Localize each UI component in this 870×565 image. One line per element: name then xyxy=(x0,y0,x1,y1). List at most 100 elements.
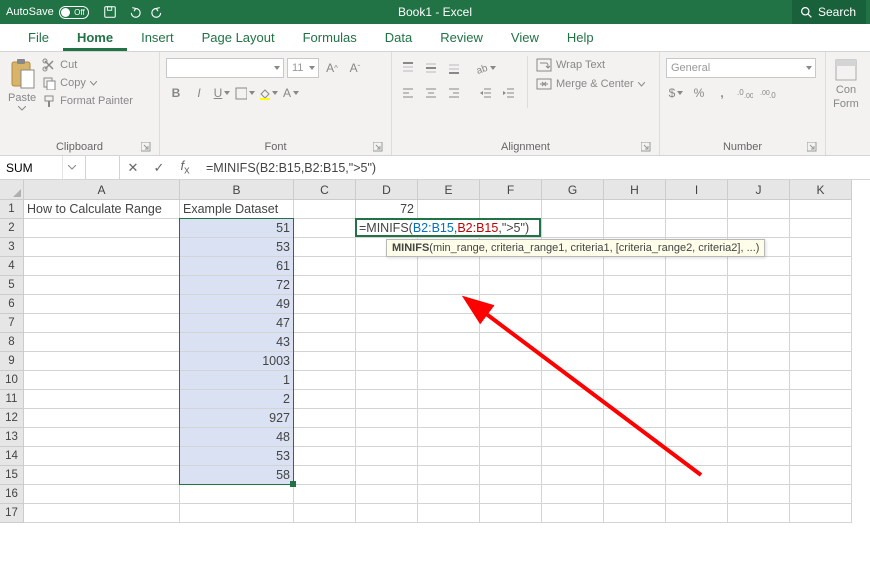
copy-button[interactable]: Copy xyxy=(42,76,133,90)
currency-button[interactable]: $ xyxy=(666,83,686,103)
row-header-8[interactable]: 8 xyxy=(0,333,24,352)
cell-I5[interactable] xyxy=(666,276,728,295)
tab-review[interactable]: Review xyxy=(426,24,497,51)
increase-indent-button[interactable] xyxy=(499,83,519,103)
cell-C11[interactable] xyxy=(294,390,356,409)
underline-button[interactable]: U xyxy=(212,83,232,103)
name-box-input[interactable] xyxy=(0,161,62,175)
column-header-B[interactable]: B xyxy=(180,180,294,200)
cell-D7[interactable] xyxy=(356,314,418,333)
cell-E17[interactable] xyxy=(418,504,480,523)
row-header-17[interactable]: 17 xyxy=(0,504,24,523)
cell-B17[interactable] xyxy=(180,504,294,523)
cell-E1[interactable] xyxy=(418,200,480,219)
cell-K2[interactable] xyxy=(790,219,852,238)
row-header-5[interactable]: 5 xyxy=(0,276,24,295)
cell-A16[interactable] xyxy=(24,485,180,504)
cell-A13[interactable] xyxy=(24,428,180,447)
cell-K1[interactable] xyxy=(790,200,852,219)
cell-I10[interactable] xyxy=(666,371,728,390)
cancel-button[interactable]: ✕ xyxy=(120,160,146,176)
row-header-13[interactable]: 13 xyxy=(0,428,24,447)
cell-J4[interactable] xyxy=(728,257,790,276)
column-header-F[interactable]: F xyxy=(480,180,542,200)
paste-button[interactable]: Paste xyxy=(6,56,38,111)
row-header-10[interactable]: 10 xyxy=(0,371,24,390)
cell-B1[interactable]: Example Dataset xyxy=(180,200,294,219)
align-top-button[interactable] xyxy=(398,58,418,78)
tab-view[interactable]: View xyxy=(497,24,553,51)
tab-pagelayout[interactable]: Page Layout xyxy=(188,24,289,51)
cell-C15[interactable] xyxy=(294,466,356,485)
row-header-12[interactable]: 12 xyxy=(0,409,24,428)
tab-help[interactable]: Help xyxy=(553,24,608,51)
cell-F12[interactable] xyxy=(480,409,542,428)
cell-I7[interactable] xyxy=(666,314,728,333)
comma-button[interactable]: , xyxy=(712,83,732,103)
cell-D11[interactable] xyxy=(356,390,418,409)
row-header-9[interactable]: 9 xyxy=(0,352,24,371)
cell-H4[interactable] xyxy=(604,257,666,276)
cell-F16[interactable] xyxy=(480,485,542,504)
cell-C5[interactable] xyxy=(294,276,356,295)
cell-C7[interactable] xyxy=(294,314,356,333)
cell-A11[interactable] xyxy=(24,390,180,409)
row-header-1[interactable]: 1 xyxy=(0,200,24,219)
cell-I9[interactable] xyxy=(666,352,728,371)
cell-J17[interactable] xyxy=(728,504,790,523)
cell-D10[interactable] xyxy=(356,371,418,390)
align-bottom-button[interactable] xyxy=(444,58,464,78)
cell-F17[interactable] xyxy=(480,504,542,523)
cell-K14[interactable] xyxy=(790,447,852,466)
cell-E13[interactable] xyxy=(418,428,480,447)
cell-D9[interactable] xyxy=(356,352,418,371)
cell-B4[interactable]: 61 xyxy=(180,257,294,276)
cell-H16[interactable] xyxy=(604,485,666,504)
cell-E9[interactable] xyxy=(418,352,480,371)
row-header-3[interactable]: 3 xyxy=(0,238,24,257)
cell-A9[interactable] xyxy=(24,352,180,371)
tab-home[interactable]: Home xyxy=(63,24,127,51)
tab-data[interactable]: Data xyxy=(371,24,426,51)
cell-C8[interactable] xyxy=(294,333,356,352)
cell-C16[interactable] xyxy=(294,485,356,504)
merge-center-button[interactable]: Merge & Center xyxy=(536,77,645,91)
decrease-font-button[interactable]: Aˇ xyxy=(345,58,365,78)
cell-B6[interactable]: 49 xyxy=(180,295,294,314)
cell-D17[interactable] xyxy=(356,504,418,523)
cell-I14[interactable] xyxy=(666,447,728,466)
cell-F8[interactable] xyxy=(480,333,542,352)
cell-F1[interactable] xyxy=(480,200,542,219)
cell-I11[interactable] xyxy=(666,390,728,409)
font-color-button[interactable]: A xyxy=(281,83,301,103)
cell-E16[interactable] xyxy=(418,485,480,504)
cell-A6[interactable] xyxy=(24,295,180,314)
column-header-E[interactable]: E xyxy=(418,180,480,200)
cell-H9[interactable] xyxy=(604,352,666,371)
cell-F11[interactable] xyxy=(480,390,542,409)
column-header-G[interactable]: G xyxy=(542,180,604,200)
cell-K8[interactable] xyxy=(790,333,852,352)
align-center-button[interactable] xyxy=(421,83,441,103)
cell-H10[interactable] xyxy=(604,371,666,390)
cell-J11[interactable] xyxy=(728,390,790,409)
cell-G7[interactable] xyxy=(542,314,604,333)
cell-H1[interactable] xyxy=(604,200,666,219)
column-header-I[interactable]: I xyxy=(666,180,728,200)
cell-A7[interactable] xyxy=(24,314,180,333)
cell-D13[interactable] xyxy=(356,428,418,447)
cell-B9[interactable]: 1003 xyxy=(180,352,294,371)
cell-G8[interactable] xyxy=(542,333,604,352)
cell-G9[interactable] xyxy=(542,352,604,371)
cell-H2[interactable] xyxy=(604,219,666,238)
cell-G17[interactable] xyxy=(542,504,604,523)
save-icon[interactable] xyxy=(103,5,117,19)
cell-H12[interactable] xyxy=(604,409,666,428)
cell-G12[interactable] xyxy=(542,409,604,428)
cell-E7[interactable] xyxy=(418,314,480,333)
cell-C17[interactable] xyxy=(294,504,356,523)
cell-B15[interactable]: 58 xyxy=(180,466,294,485)
cell-H8[interactable] xyxy=(604,333,666,352)
cell-K17[interactable] xyxy=(790,504,852,523)
cell-K3[interactable] xyxy=(790,238,852,257)
